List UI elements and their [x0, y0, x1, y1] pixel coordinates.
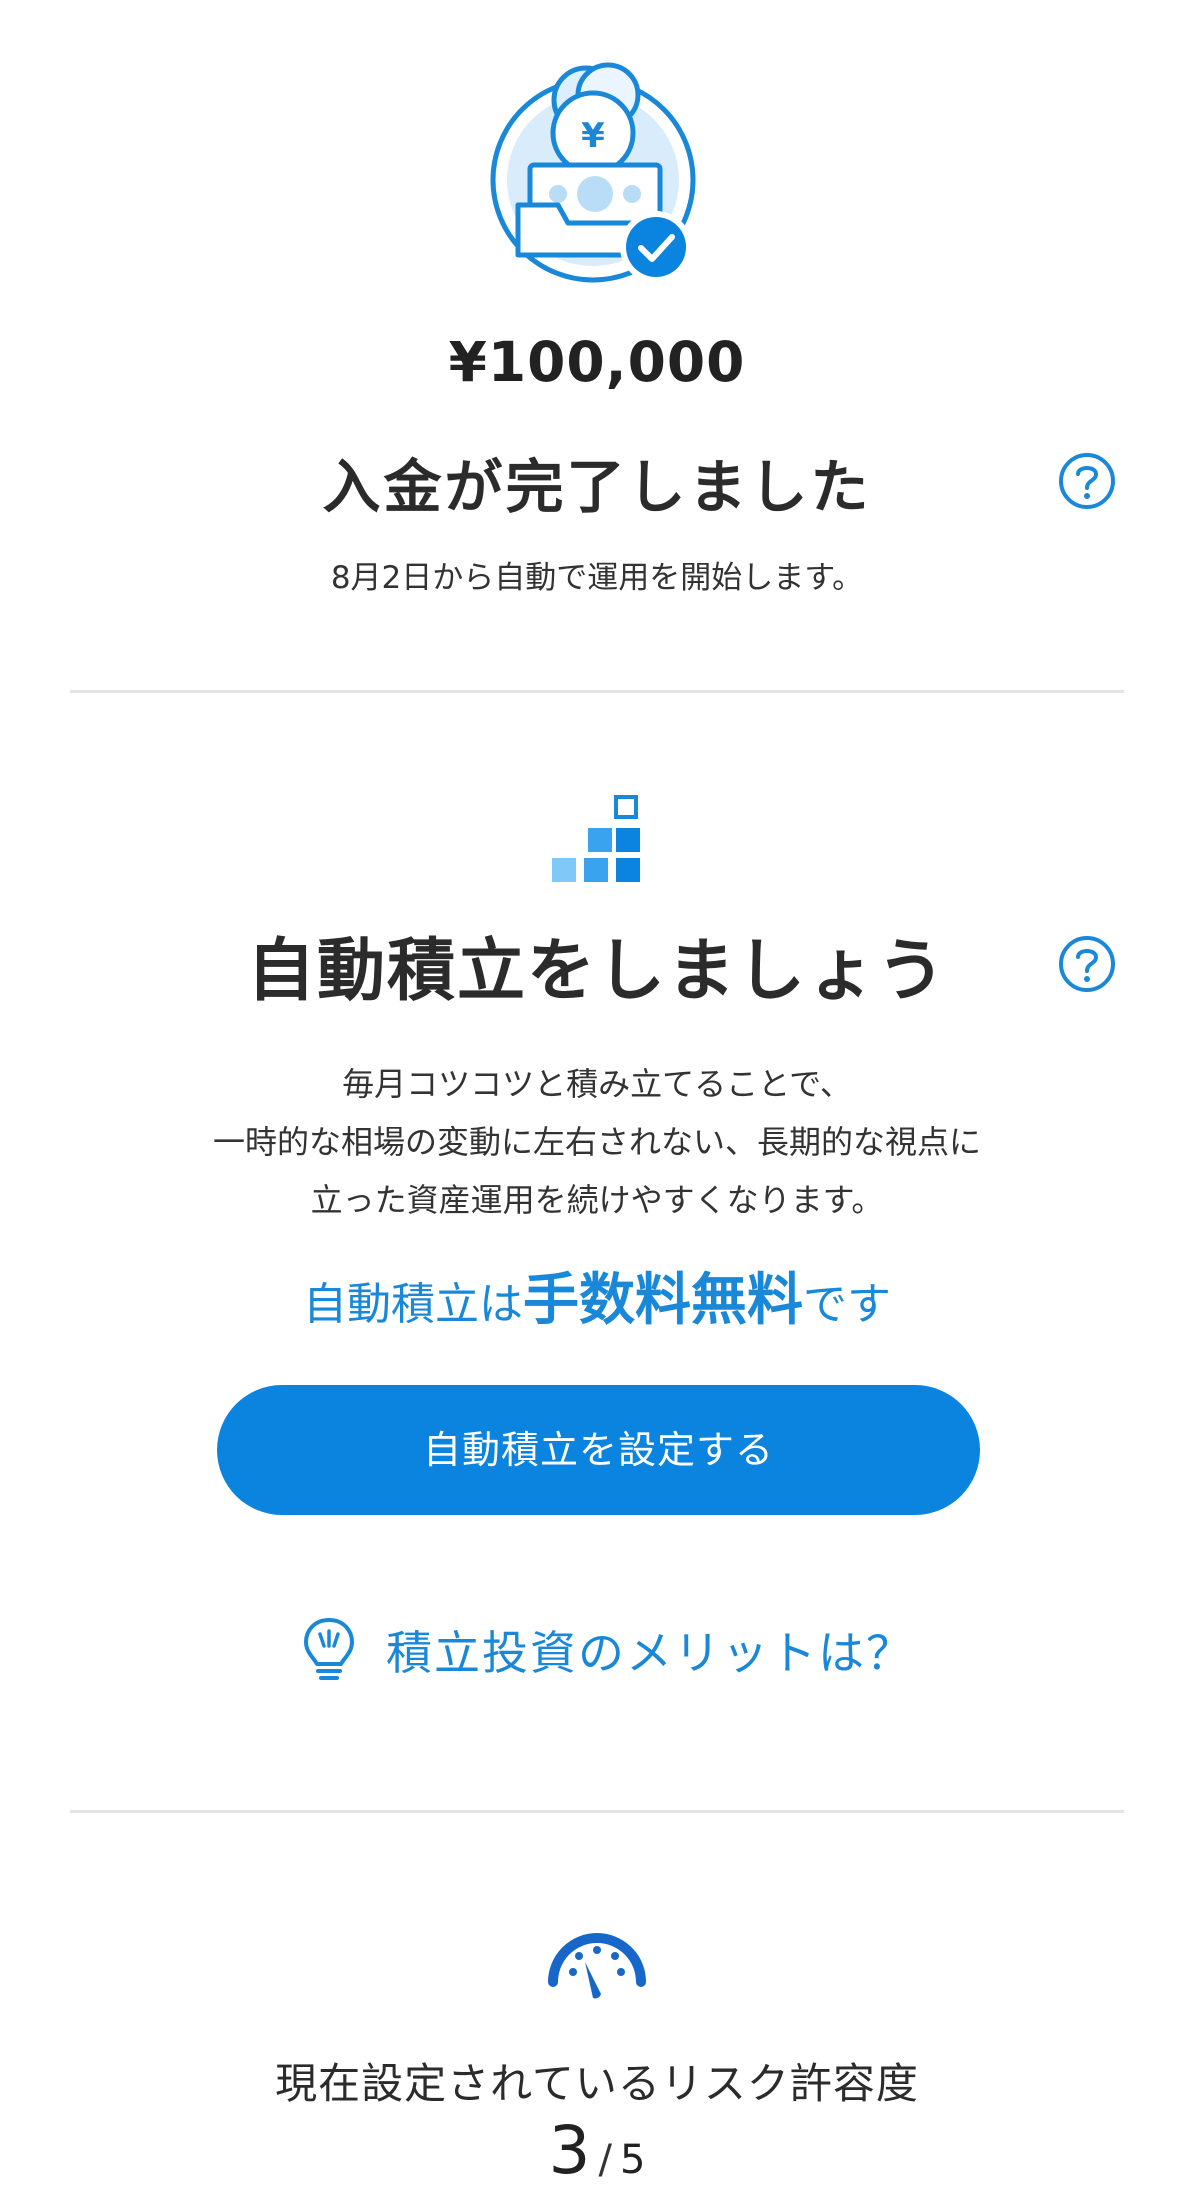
saving-merit-link[interactable]: 積立投資のメリットは？ — [300, 1610, 914, 1690]
risk-current: 3 — [548, 2112, 591, 2189]
deposit-amount: ¥100,000 — [448, 330, 746, 394]
setup-auto-saving-button[interactable]: 自動積立を設定する — [217, 1385, 980, 1515]
saving-merit-link-label[interactable]: 積立投資のメリットは？ — [386, 1617, 914, 1683]
free-fee-notice: 自動積立は手数料無料です — [0, 1255, 1194, 1336]
risk-separator: / — [598, 2137, 613, 2183]
question-circle-icon[interactable] — [1058, 935, 1116, 993]
auto-saving-title: 自動積立をしましょう — [246, 932, 947, 1011]
risk-gauge-icon — [548, 1933, 646, 1999]
deposit-complete-icon: ¥ — [490, 62, 696, 283]
lightbulb-icon — [304, 1618, 354, 1680]
description-line: 立った資産運用を続けやすくなります。 — [310, 1181, 884, 1219]
fee-highlight: 手数料無料 — [523, 1268, 803, 1333]
fee-suffix: です — [803, 1279, 891, 1330]
section-divider — [70, 690, 1124, 693]
stacking-blocks-icon — [552, 795, 640, 882]
question-circle-icon[interactable] — [1058, 452, 1116, 510]
svg-text:¥: ¥ — [581, 116, 605, 156]
deposit-complete-title: 入金が完了しました — [322, 453, 872, 521]
auto-saving-description: 毎月コツコツと積み立てることで、 一時的な相場の変動に左右されない、長期的な視点… — [0, 1055, 1194, 1229]
fee-prefix: 自動積立は — [303, 1279, 523, 1330]
section-divider — [70, 1810, 1124, 1813]
description-line: 毎月コツコツと積み立てることで、 — [342, 1065, 852, 1103]
risk-max: 5 — [620, 2137, 646, 2183]
description-line: 一時的な相場の変動に左右されない、長期的な視点に — [212, 1123, 981, 1161]
risk-tolerance-title: 現在設定されているリスク許容度 — [275, 2059, 919, 2108]
risk-tolerance-value: 3/5 — [0, 2112, 1194, 2189]
deposit-subtitle: 8月2日から自動で運用を開始します。 — [330, 560, 864, 596]
